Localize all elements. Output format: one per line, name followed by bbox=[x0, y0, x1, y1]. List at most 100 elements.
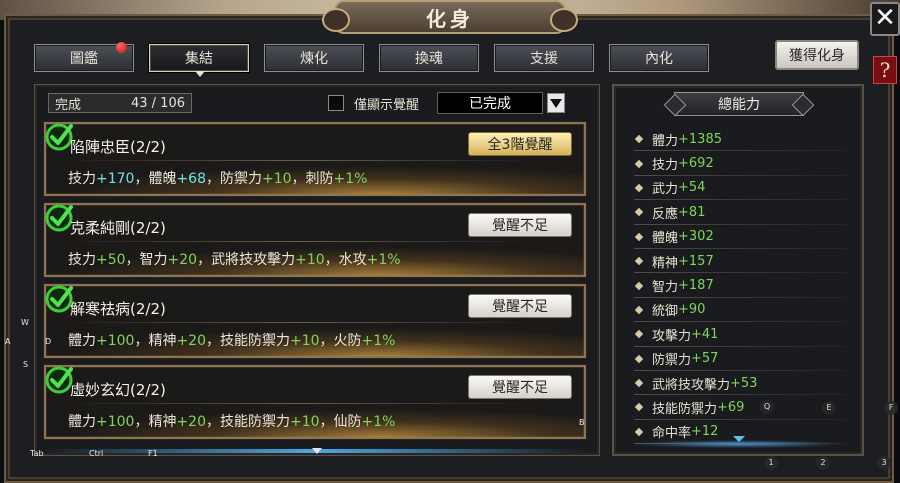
card-title: 克柔純剛(2/2) bbox=[70, 219, 166, 237]
bullet-diamond-icon bbox=[634, 305, 644, 315]
total-stat-name: 統御 bbox=[652, 304, 679, 320]
card-divider bbox=[64, 160, 534, 161]
tab-soul-swap[interactable]: 換魂 bbox=[379, 44, 479, 72]
card-title: 陷陣忠臣(2/2) bbox=[70, 138, 166, 156]
total-stat-name: 技能防禦力 bbox=[652, 401, 718, 417]
card-stats: 技力+50，智力+20，武將技攻擊力+10，水攻+1% bbox=[68, 249, 401, 269]
awaken-button[interactable]: 覺醒不足 bbox=[468, 294, 572, 318]
hotkey-d: D bbox=[45, 337, 52, 346]
completed-count: 43 / 106 bbox=[131, 95, 185, 111]
tab-bar: 圖鑑 集結 煉化 換魂 支援 內化 bbox=[34, 42, 724, 77]
tab-support[interactable]: 支援 bbox=[494, 44, 594, 72]
stat-value: +170 bbox=[96, 171, 135, 187]
stat-separator: ， bbox=[134, 414, 149, 430]
filter-bar: 完成 43 / 106 僅顯示覺醒 已完成 bbox=[48, 92, 588, 114]
stat-separator: ， bbox=[206, 333, 220, 349]
total-stats-list: 體力 +1385 技力 +692 武力 +54 反應 +81 體魄 +302 精神 +157 智力 +18… bbox=[634, 127, 846, 445]
stat-name: 火防 bbox=[333, 333, 362, 349]
stat-separator: ， bbox=[324, 252, 339, 268]
bullet-diamond-icon bbox=[634, 403, 644, 412]
stat-separator: ， bbox=[319, 333, 334, 349]
close-button[interactable]: ✕ bbox=[870, 2, 900, 36]
card-title: 虛妙玄幻(2/2) bbox=[70, 381, 166, 399]
stat-value: +10 bbox=[262, 171, 292, 187]
set-card: 解寒祛病(2/2) 覺醒不足 體力+100，精神+20，技能防禦力+10，火防+1% bbox=[44, 284, 586, 358]
stat-name: 技能防禦力 bbox=[220, 333, 290, 349]
hotkey-w: W bbox=[21, 318, 29, 327]
total-stat-value: +1385 bbox=[678, 131, 722, 147]
tab-refine[interactable]: 煉化 bbox=[264, 44, 364, 72]
set-card: 虛妙玄幻(2/2) 覺醒不足 體力+100，精神+20，技能防禦力+10，仙防+1% bbox=[44, 365, 586, 439]
card-divider bbox=[64, 241, 534, 242]
stat-separator: ， bbox=[291, 171, 306, 187]
total-stats-title: 總能力 bbox=[674, 92, 804, 116]
total-stat-value: +302 bbox=[678, 229, 714, 245]
bullet-diamond-icon bbox=[634, 134, 644, 144]
stat-name: 刺防 bbox=[305, 171, 334, 187]
total-stat-name: 技力 bbox=[652, 158, 679, 174]
hotkey-s: S bbox=[23, 360, 29, 369]
help-button[interactable]: ? bbox=[873, 56, 897, 84]
total-stat-row: 武力 +54 bbox=[634, 176, 846, 201]
total-stat-row: 攻擊力 +41 bbox=[634, 322, 846, 347]
dropdown-arrow-icon[interactable] bbox=[547, 93, 566, 113]
bullet-diamond-icon bbox=[634, 183, 644, 193]
stat-value: +10 bbox=[295, 252, 325, 268]
tab-collection[interactable]: 圖鑑 bbox=[34, 42, 134, 72]
stat-name: 體力 bbox=[68, 414, 96, 430]
card-stats: 體力+100，精神+20，技能防禦力+10，仙防+1% bbox=[68, 411, 396, 431]
stat-value: +1% bbox=[366, 252, 401, 268]
tab-assemble[interactable]: 集結 bbox=[149, 44, 249, 77]
stat-name: 武將技攻擊力 bbox=[211, 252, 296, 268]
stat-name: 精神 bbox=[148, 333, 177, 349]
total-stat-row: 體力 +1385 bbox=[634, 127, 846, 152]
stat-separator: ， bbox=[197, 252, 212, 268]
stat-name: 體力 bbox=[68, 333, 96, 349]
total-stat-row: 智力 +187 bbox=[634, 273, 846, 299]
window-title-plate: 化身 bbox=[322, 0, 578, 34]
only-awakened-checkbox[interactable] bbox=[328, 95, 344, 111]
total-stat-value: +12 bbox=[691, 424, 719, 440]
total-stat-value: +41 bbox=[691, 326, 719, 342]
hotkey-tab: Tab bbox=[30, 449, 44, 458]
total-stat-name: 攻擊力 bbox=[652, 328, 692, 344]
scroll-more-icon[interactable] bbox=[733, 436, 745, 442]
awaken-button[interactable]: 全3階覺醒 bbox=[468, 132, 572, 156]
hotkey-f: F bbox=[884, 401, 898, 415]
hotkey-a: A bbox=[5, 337, 11, 346]
notification-dot-icon bbox=[116, 42, 127, 53]
stat-name: 技力 bbox=[68, 171, 96, 187]
total-stat-name: 體力 bbox=[652, 133, 679, 149]
hotkey-b: B bbox=[579, 418, 585, 427]
status-select[interactable]: 已完成 bbox=[437, 92, 544, 114]
stat-name: 智力 bbox=[139, 252, 168, 268]
bullet-diamond-icon bbox=[634, 378, 644, 388]
total-stat-name: 防禦力 bbox=[652, 353, 692, 369]
stat-separator: ， bbox=[134, 333, 149, 349]
awaken-button[interactable]: 覺醒不足 bbox=[468, 375, 572, 399]
hotkey-1: 1 bbox=[764, 456, 778, 470]
awaken-button[interactable]: 覺醒不足 bbox=[468, 213, 572, 237]
total-stat-name: 精神 bbox=[652, 255, 679, 271]
card-divider bbox=[64, 403, 534, 404]
total-stat-value: +54 bbox=[678, 180, 706, 196]
scroll-down-icon[interactable] bbox=[312, 448, 322, 454]
tab-internalize[interactable]: 內化 bbox=[609, 44, 709, 72]
total-stat-row: 反應 +81 bbox=[634, 200, 846, 225]
stat-value: +20 bbox=[176, 333, 206, 349]
stat-separator: ， bbox=[134, 171, 149, 187]
stat-value: +20 bbox=[176, 414, 206, 430]
completed-label: 完成 bbox=[55, 97, 82, 113]
obtain-avatar-button[interactable]: 獲得化身 bbox=[775, 40, 859, 70]
stat-name: 水攻 bbox=[338, 252, 367, 268]
stat-name: 體魄 bbox=[148, 171, 177, 187]
stat-value: +1% bbox=[333, 171, 368, 187]
stat-name: 技力 bbox=[68, 252, 96, 268]
hotkey-q: Q bbox=[760, 400, 774, 414]
set-card: 陷陣忠臣(2/2) 全3階覺醒 技力+170，體魄+68，防禦力+10，刺防+1% bbox=[44, 122, 586, 196]
set-card: 克柔純剛(2/2) 覺醒不足 技力+50，智力+20，武將技攻擊力+10，水攻+1% bbox=[44, 203, 586, 277]
total-stat-value: +69 bbox=[717, 399, 745, 415]
total-stat-value: +53 bbox=[730, 375, 758, 391]
total-stat-value: +81 bbox=[678, 204, 706, 220]
card-stats: 體力+100，精神+20，技能防禦力+10，火防+1% bbox=[68, 330, 396, 350]
